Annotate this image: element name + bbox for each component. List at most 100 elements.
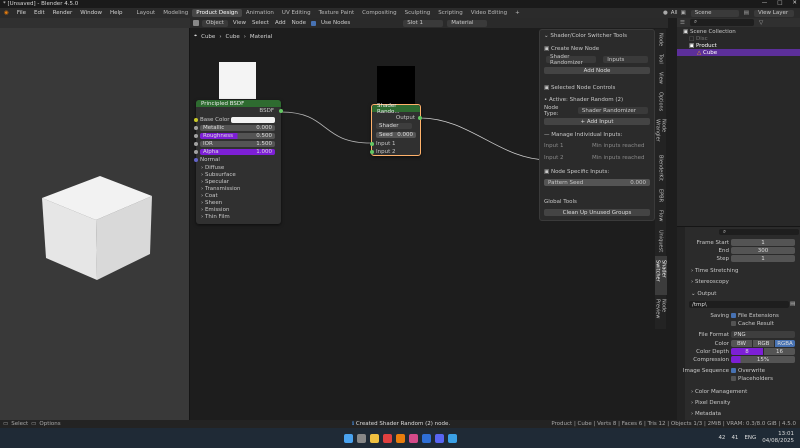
metallic-field[interactable]: Metallic 0.000 [200,125,275,131]
add-input-button[interactable]: + Add Input [544,118,650,125]
manage-input-2-row: Input 2 Min inputs reached [544,154,645,161]
app-blue-icon[interactable] [421,433,431,443]
scene-collection-row[interactable]: ▣ Scene Collection [677,28,800,35]
shader-random-node[interactable]: Shader Rando... Output Shader Seed 0.000 … [370,103,422,156]
ior-socket[interactable] [194,142,198,146]
frame-step-field[interactable]: 1 [731,255,795,262]
placeholders-checkbox[interactable]: Placeholders [731,375,773,382]
file-extensions-checkbox[interactable]: File Extensions [731,312,779,319]
outliner-item-disc[interactable]: □ Disc [677,35,800,42]
output-path-field[interactable]: /tmp\ [689,301,789,308]
section-coat[interactable]: › Coat [201,193,218,199]
seed-field[interactable]: Seed 0.000 [376,132,416,138]
bsdf-output-socket[interactable] [279,109,283,113]
input-1-socket[interactable] [370,142,374,146]
output-section[interactable]: ⌄ Output [691,290,716,297]
cache-result-checkbox[interactable]: Cache Result [731,320,774,327]
cleanup-button[interactable]: Clean Up Unused Groups [544,209,650,216]
side-tab-options[interactable]: Options [658,88,664,115]
side-tab-node-wrangler[interactable]: Node Wrangler [655,115,667,151]
start-icon[interactable] [343,433,353,443]
side-tab-uniquest[interactable]: Uniquest [658,226,664,256]
panel-title[interactable]: ⌄ Shader/Color Switcher Tools [544,32,650,39]
stereoscopy-section[interactable]: › Stereoscopy [691,278,729,285]
outliner-item-cube[interactable]: △ Cube [677,49,800,56]
active-node-label: • Active: Shader Random (2) [544,96,624,103]
blender-taskbar-icon[interactable] [395,433,405,443]
side-tab-flow[interactable]: Flow [658,206,664,225]
folder-icon[interactable]: ▤ [790,301,795,307]
frame-start-field[interactable]: 1 [731,239,795,246]
roughness-field[interactable]: Roughness 0.500 [200,133,275,139]
temp-value: 42 [718,435,726,441]
principled-node-header[interactable]: Principled BSDF [196,100,281,107]
app-pink-icon[interactable] [408,433,418,443]
section-sheen[interactable]: › Sheen [201,200,222,206]
side-tab-blenderkit[interactable]: BlenderKit [658,151,664,185]
side-tab-epbr[interactable]: EPBR [658,185,664,206]
side-tab-node[interactable]: Node [658,29,664,50]
outliner-item-product[interactable]: ▣ Product [677,42,800,49]
side-tab-shader-switcher[interactable]: Shader Switcher [654,256,667,296]
outliner-editor-icon[interactable]: ☰ [680,20,685,26]
create-type-dropdown[interactable]: Shader Randomizer [546,54,597,66]
add-node-button[interactable]: Add Node [544,67,650,74]
compression-slider[interactable]: 15% [731,356,795,363]
app-red-icon[interactable] [382,433,392,443]
section-emission[interactable]: › Emission [201,207,229,213]
metadata-section[interactable]: › Metadata [691,410,721,417]
shader-output-label: Output [395,115,415,121]
shader-output-socket[interactable] [418,116,422,120]
input-2-socket[interactable] [370,150,374,154]
shader-random-node-header[interactable]: Shader Rando... [372,103,420,115]
manage-section-header[interactable]: — Manage Individual Inputs: [544,131,650,138]
create-section-header[interactable]: ▣ Create New Node [544,45,650,52]
section-transmission[interactable]: › Transmission [201,186,240,192]
discord-icon[interactable] [434,433,444,443]
section-subsurface[interactable]: › Subsurface [201,172,236,178]
color-management-section[interactable]: › Color Management [691,388,747,395]
color-bw-button[interactable]: BW [731,340,752,347]
filter-icon[interactable]: ▽ [759,20,763,26]
metallic-socket[interactable] [194,126,198,130]
roughness-socket[interactable] [194,134,198,138]
alpha-socket[interactable] [194,150,198,154]
time-stretching-section[interactable]: › Time Stretching [691,267,739,274]
side-tab-tool[interactable]: Tool [658,50,664,68]
base-color-swatch[interactable] [231,117,275,123]
normal-socket[interactable] [194,158,198,162]
app-cyan-icon[interactable] [447,433,457,443]
search-taskbar-icon[interactable] [356,433,366,443]
mouse-left-icon: ▭ [3,421,9,427]
selected-section-header[interactable]: ▣ Selected Node Controls [544,84,650,91]
section-specular[interactable]: › Specular [201,179,229,185]
outliner-search[interactable]: ⌕ [689,19,754,26]
color-depth-8-button[interactable]: 8 [731,348,763,355]
status-options: Options [39,421,61,427]
section-thin-film[interactable]: › Thin Film [201,214,230,220]
create-inputs-dropdown[interactable]: Inputs [603,56,648,63]
overwrite-checkbox[interactable]: Overwrite [731,367,765,374]
properties-search[interactable]: ⌕ [719,229,799,235]
file-format-label: File Format [698,331,729,338]
alpha-field[interactable]: Alpha 1.000 [200,149,275,155]
color-depth-16-button[interactable]: 16 [764,348,795,355]
shader-group-dropdown[interactable]: Shader [376,123,412,129]
side-tab-node-preview[interactable]: Node Preview [655,295,667,329]
file-format-dropdown[interactable]: PNG [731,331,795,338]
pattern-seed-field[interactable]: Pattern Seed 0.000 [544,179,650,186]
color-rgb-button[interactable]: RGB [753,340,774,347]
side-tab-view[interactable]: View [658,68,664,88]
global-section-header[interactable]: Global Tools [544,198,650,205]
color-rgba-button[interactable]: RGBA [775,340,795,347]
lang-indicator[interactable]: ENG [744,435,756,441]
base-color-socket[interactable] [194,118,198,122]
node-type-dropdown[interactable]: Shader Randomizer [577,107,648,114]
section-diffuse[interactable]: › Diffuse [201,165,224,171]
explorer-icon[interactable] [369,433,379,443]
ior-field[interactable]: IOR 1.500 [200,141,275,147]
pixel-density-section[interactable]: › Pixel Density [691,399,730,406]
frame-end-field[interactable]: 300 [731,247,795,254]
specific-section-header[interactable]: ▣ Node Specific Inputs: [544,168,650,175]
principled-bsdf-node[interactable]: Principled BSDF BSDF Base Color Metallic… [194,100,283,224]
